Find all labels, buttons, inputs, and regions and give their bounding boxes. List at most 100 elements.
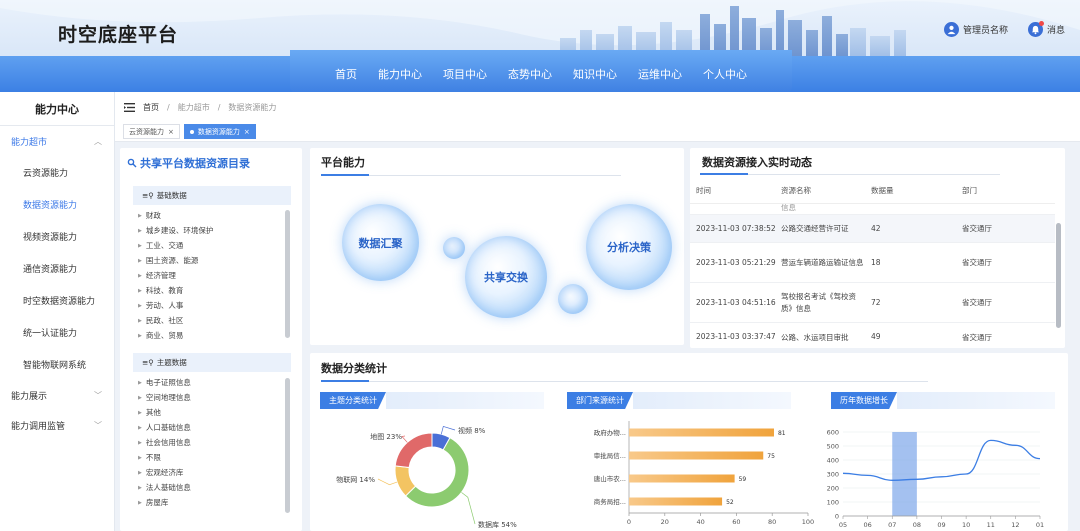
list-item[interactable]: ▶ 科技、教育 xyxy=(138,283,291,298)
catalog-theme-scrollbar[interactable] xyxy=(285,378,290,513)
catalog-title-text: 共享平台数据资源目录 xyxy=(140,157,250,170)
nav-capability[interactable]: 能力中心 xyxy=(378,66,422,82)
bubble-decoration xyxy=(558,284,588,314)
tab-label: 云资源能力 xyxy=(129,127,164,136)
sidebar-group-label: 能力调用监管 xyxy=(11,421,66,432)
sidebar-item-auth[interactable]: 统一认证能力 xyxy=(0,316,114,348)
close-icon[interactable]: × xyxy=(168,128,174,136)
bar-category-label: 商务局招... xyxy=(594,497,626,506)
caret-right-icon: ▶ xyxy=(138,212,142,219)
chevron-up-icon: ︿ xyxy=(94,136,102,146)
realtime-title-underline xyxy=(700,173,1000,175)
nav-personal[interactable]: 个人中心 xyxy=(703,66,747,82)
line-x-tick-label: 08 xyxy=(913,521,921,529)
catalog-base-scrollbar[interactable] xyxy=(285,210,290,338)
catalog-theme-header[interactable]: ≡⚲ 主题数据 xyxy=(133,353,291,372)
sidebar-item-cloud[interactable]: 云资源能力 xyxy=(0,156,114,188)
list-item[interactable]: ▶ 财政 xyxy=(138,208,291,223)
table-row[interactable]: 2023-11-03 07:38:52 公路交通经营许可证 42 省交通厅 xyxy=(690,215,1055,243)
list-item[interactable]: ▶ 其他 xyxy=(138,405,291,420)
bar-value-label: 59 xyxy=(739,476,747,483)
line-y-tick-label: 500 xyxy=(827,443,839,451)
bubble-exchange[interactable]: 共享交换 xyxy=(465,236,547,318)
realtime-scrollbar[interactable] xyxy=(1056,223,1061,328)
sidebar-item-iot[interactable]: 智能物联网系统 xyxy=(0,348,114,380)
subtitle-growth: 历年数据增长 xyxy=(831,392,1055,409)
line-x-tick-label: 05 xyxy=(839,521,847,529)
bubble-aggregate[interactable]: 数据汇聚 xyxy=(342,204,419,281)
caret-right-icon: ▶ xyxy=(138,227,142,234)
bar-value-label: 75 xyxy=(767,453,775,460)
sidebar-group-label: 能力超市 xyxy=(11,137,48,148)
nav-situation[interactable]: 态势中心 xyxy=(508,66,552,82)
bar-x-tick-label: 40 xyxy=(696,518,704,526)
list-item[interactable]: ▶ 商业、贸易 xyxy=(138,328,291,343)
close-icon[interactable]: × xyxy=(244,128,250,136)
list-item[interactable]: ▶ 城乡建设、环境保护 xyxy=(138,223,291,238)
list-item[interactable]: ▶ 人口基础信息 xyxy=(138,420,291,435)
table-row[interactable]: 2023-11-03 03:37:47 公路、水运项目审批 49 省交通厅 xyxy=(690,323,1055,356)
bar-x-tick-label: 80 xyxy=(768,518,776,526)
list-item[interactable]: ▶ 宏观经济库 xyxy=(138,465,291,480)
breadcrumb-market[interactable]: 能力超市 xyxy=(178,102,210,113)
breadcrumb-sep: / xyxy=(217,102,221,112)
database-search-icon: ≡⚲ xyxy=(142,358,154,367)
table-row[interactable]: 2023-11-03 04:51:16 驾校报名考试《驾校资质》信息 72 省交… xyxy=(690,283,1055,323)
bar-value-label: 52 xyxy=(726,499,734,506)
table-cell: 省交通厅 xyxy=(962,333,992,342)
list-item[interactable]: ▶ 工业、交通 xyxy=(138,238,291,253)
caret-right-icon: ▶ xyxy=(138,379,142,386)
bar xyxy=(629,497,723,506)
nav-project[interactable]: 项目中心 xyxy=(443,66,487,82)
line-y-tick-label: 100 xyxy=(827,499,839,507)
nav-home[interactable]: 首页 xyxy=(335,66,357,82)
sidebar-item-video[interactable]: 视频资源能力 xyxy=(0,220,114,252)
table-row[interactable]: 2023-11-03 05:21:29 营运车辆道路运输证信息 18 省交通厅 xyxy=(690,243,1055,283)
list-item[interactable]: ▶ 经济管理 xyxy=(138,268,291,283)
line-x-tick-label: 07 xyxy=(888,521,896,529)
sidebar-group-display[interactable]: 能力展示 ﹀ xyxy=(0,380,114,410)
user-name: 管理员名称 xyxy=(962,26,1008,36)
catalog-theme-list: ▶ 电子证照信息 ▶ 空间地理信息 ▶ 其他 ▶ 人口基础信息 ▶ 社会信用信息 ▶ 不限 … xyxy=(133,372,291,510)
table-cell: 2023-11-03 07:38:52 xyxy=(696,224,776,233)
list-item[interactable]: ▶ 国土资源、能源 xyxy=(138,253,291,268)
sidebar: 能力中心 能力超市 ︿ 云资源能力 数据资源能力 视频资源能力 通信资源能力 时… xyxy=(0,92,115,531)
app-title: 时空底座平台 xyxy=(58,24,179,46)
table-cell: 2023-11-03 04:51:16 xyxy=(696,298,776,307)
sidebar-group-market[interactable]: 能力超市 ︿ xyxy=(0,126,114,156)
table-cell: 驾校报名考试《驾校资质》信息 xyxy=(781,291,856,313)
list-item[interactable]: ▶ 法人基础信息 xyxy=(138,480,291,495)
tab-data[interactable]: 数据资源能力 × xyxy=(183,124,256,139)
list-item[interactable]: ▶ 电子证照信息 xyxy=(138,375,291,390)
bubble-analysis[interactable]: 分析决策 xyxy=(586,204,672,290)
catalog-base-header[interactable]: ≡⚲ 基础数据 xyxy=(133,186,291,205)
messages-link[interactable]: 消息 xyxy=(1027,21,1065,37)
list-item[interactable]: ▶ 不限 xyxy=(138,450,291,465)
platform-panel: 平台能力 数据汇聚 共享交换 分析决策 xyxy=(310,148,684,345)
sidebar-group-monitor[interactable]: 能力调用监管 ﹀ xyxy=(0,410,114,440)
list-item[interactable]: ▶ 空间地理信息 xyxy=(138,390,291,405)
bar-chart: 0 20 40 60 80 100 政府办物... 81 审批局信... 75 唐山市农... 59 商… xyxy=(594,421,814,526)
list-item[interactable]: ▶ 劳动、人事 xyxy=(138,298,291,313)
nav-knowledge[interactable]: 知识中心 xyxy=(573,66,617,82)
stats-title: 数据分类统计 xyxy=(321,362,387,375)
column-header: 部门 xyxy=(962,186,977,195)
sidebar-item-comm[interactable]: 通信资源能力 xyxy=(0,252,114,284)
user-menu[interactable]: 管理员名称 xyxy=(943,22,1008,37)
menu-toggle-icon[interactable] xyxy=(124,102,135,112)
messages-label: 消息 xyxy=(1046,26,1065,36)
breadcrumb-home[interactable]: 首页 xyxy=(143,102,159,113)
list-item[interactable]: ▶ 房屋库 xyxy=(138,495,291,510)
realtime-title: 数据资源接入实时动态 xyxy=(702,156,812,169)
caret-right-icon: ▶ xyxy=(138,287,142,294)
unread-dot xyxy=(1038,21,1044,26)
caret-right-icon: ▶ xyxy=(138,242,142,249)
tab-cloud[interactable]: 云资源能力 × xyxy=(123,124,180,139)
nav-operations[interactable]: 运维中心 xyxy=(638,66,682,82)
sidebar-item-data[interactable]: 数据资源能力 xyxy=(0,188,114,220)
sidebar-item-spatial[interactable]: 时空数据资源能力 xyxy=(0,284,114,316)
column-header: 时间 xyxy=(696,186,711,195)
table-cell: 营运车辆道路运输证信息 xyxy=(781,257,864,267)
list-item[interactable]: ▶ 社会信用信息 xyxy=(138,435,291,450)
list-item[interactable]: ▶ 民政、社区 xyxy=(138,313,291,328)
